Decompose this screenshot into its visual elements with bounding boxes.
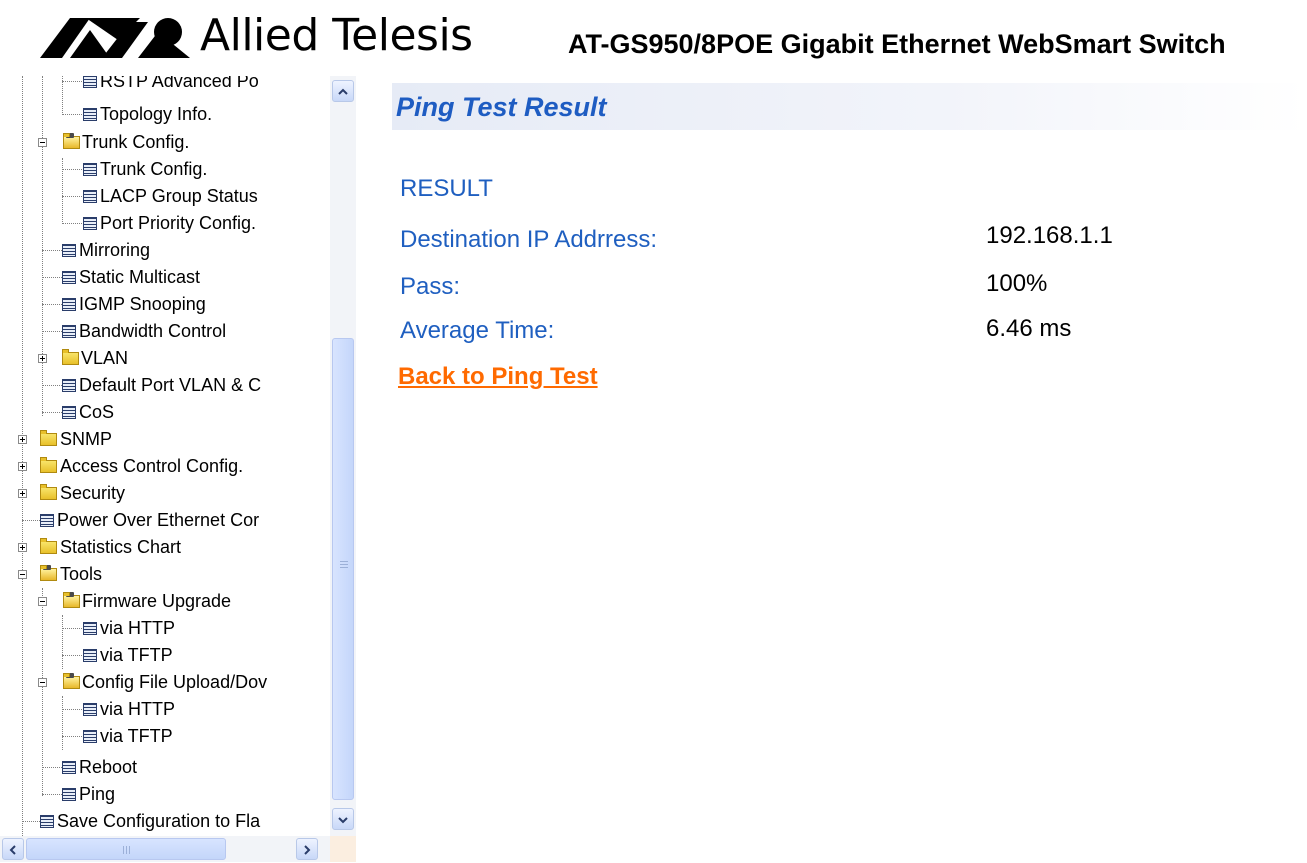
folder-open-icon bbox=[63, 133, 80, 149]
collapse-icon[interactable] bbox=[38, 138, 47, 147]
document-icon bbox=[83, 190, 97, 203]
folder-icon bbox=[40, 484, 57, 500]
page-title: Ping Test Result bbox=[396, 92, 607, 122]
scroll-down-button[interactable] bbox=[332, 808, 354, 830]
document-icon bbox=[62, 325, 76, 338]
document-icon bbox=[83, 649, 97, 662]
document-icon bbox=[83, 217, 97, 230]
document-icon bbox=[62, 298, 76, 311]
pass-value: 100% bbox=[986, 270, 1048, 297]
document-icon bbox=[83, 108, 97, 121]
title-bar: Ping Test Result bbox=[392, 83, 1307, 130]
folder-open-icon bbox=[63, 592, 80, 608]
product-name: AT-GS950/8POE Gigabit Ethernet WebSmart … bbox=[568, 29, 1226, 59]
expand-icon[interactable] bbox=[18, 489, 27, 498]
nav-tree: RSTP Advanced Po Topology Info. Trunk Co… bbox=[0, 76, 330, 836]
horizontal-scroll-thumb[interactable] bbox=[26, 838, 226, 860]
expand-icon[interactable] bbox=[38, 354, 47, 363]
collapse-icon[interactable] bbox=[18, 570, 27, 579]
document-icon bbox=[83, 76, 97, 88]
document-icon bbox=[62, 406, 76, 419]
document-icon bbox=[40, 514, 54, 527]
collapse-icon[interactable] bbox=[38, 678, 47, 687]
expand-icon[interactable] bbox=[18, 462, 27, 471]
grip-icon bbox=[340, 561, 348, 569]
document-icon bbox=[40, 815, 54, 828]
vertical-scrollbar[interactable] bbox=[330, 76, 356, 836]
expand-icon[interactable] bbox=[18, 435, 27, 444]
document-icon bbox=[62, 244, 76, 257]
folder-icon bbox=[62, 349, 79, 365]
average-time-value: 6.46 ms bbox=[986, 315, 1072, 342]
average-time-label: Average Time: bbox=[400, 317, 555, 344]
destination-ip-label: Destination IP Addrress: bbox=[400, 226, 658, 253]
brand-name: Allied Telesis bbox=[200, 10, 473, 61]
folder-icon bbox=[40, 538, 57, 554]
horizontal-scrollbar[interactable] bbox=[0, 836, 330, 862]
destination-ip-value: 192.168.1.1 bbox=[986, 222, 1113, 249]
expand-icon[interactable] bbox=[18, 543, 27, 552]
chevron-left-icon bbox=[9, 845, 16, 855]
chevron-right-icon bbox=[304, 845, 311, 855]
allied-telesis-logo-icon bbox=[40, 18, 190, 58]
document-icon bbox=[62, 788, 76, 801]
scroll-left-button[interactable] bbox=[2, 838, 24, 860]
chevron-down-icon bbox=[338, 817, 348, 824]
grip-icon bbox=[123, 846, 131, 854]
document-icon bbox=[83, 703, 97, 716]
document-icon bbox=[83, 622, 97, 635]
vertical-scroll-thumb[interactable] bbox=[332, 338, 354, 800]
document-icon bbox=[62, 271, 76, 284]
scrollbar-corner bbox=[330, 836, 356, 862]
result-heading: RESULT bbox=[400, 175, 493, 202]
collapse-icon[interactable] bbox=[38, 597, 47, 606]
header-banner: Allied Telesis AT-GS950/8POE Gigabit Eth… bbox=[0, 0, 1307, 76]
nav-frame: RSTP Advanced Po Topology Info. Trunk Co… bbox=[0, 76, 356, 863]
document-icon bbox=[83, 163, 97, 176]
back-to-ping-test-link[interactable]: Back to Ping Test bbox=[398, 362, 598, 392]
main-content: Ping Test Result RESULT Destination IP A… bbox=[392, 76, 1307, 863]
scroll-right-button[interactable] bbox=[296, 838, 318, 860]
scroll-up-button[interactable] bbox=[332, 80, 354, 102]
document-icon bbox=[62, 379, 76, 392]
folder-icon bbox=[40, 430, 57, 446]
document-icon bbox=[83, 730, 97, 743]
folder-open-icon bbox=[63, 673, 80, 689]
folder-icon bbox=[40, 457, 57, 473]
document-icon bbox=[62, 761, 76, 774]
folder-open-icon bbox=[40, 565, 57, 581]
pass-label: Pass: bbox=[400, 273, 461, 300]
chevron-up-icon bbox=[338, 88, 348, 95]
